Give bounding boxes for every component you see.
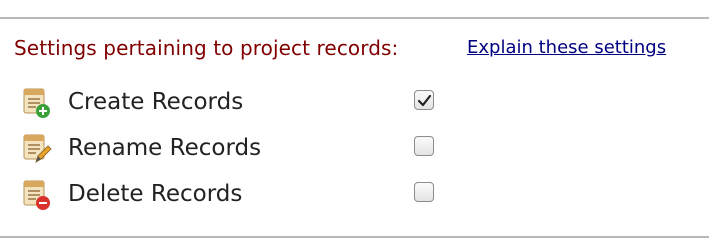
project-records-settings-panel: Settings pertaining to project records: … [0, 0, 709, 240]
setting-row-create-records: Create Records [20, 85, 450, 121]
create-records-checkbox[interactable] [414, 90, 434, 110]
document-delete-icon [23, 180, 50, 210]
bottom-divider [0, 236, 709, 238]
section-header-text: Settings pertaining to project records: [14, 36, 399, 60]
setting-row-delete-records: Delete Records [20, 177, 450, 213]
top-divider [0, 17, 709, 19]
document-add-icon [23, 88, 50, 118]
rename-records-label: Rename Records [68, 135, 262, 161]
document-edit-icon [23, 134, 52, 163]
setting-row-rename-records: Rename Records [20, 131, 450, 167]
check-icon [417, 94, 432, 107]
create-records-label: Create Records [68, 89, 244, 115]
rename-records-checkbox[interactable] [414, 136, 434, 156]
section-header: Settings pertaining to project records: … [14, 36, 666, 60]
delete-records-checkbox[interactable] [414, 182, 434, 202]
delete-records-label: Delete Records [68, 181, 243, 207]
explain-settings-link[interactable]: Explain these settings [467, 37, 666, 58]
